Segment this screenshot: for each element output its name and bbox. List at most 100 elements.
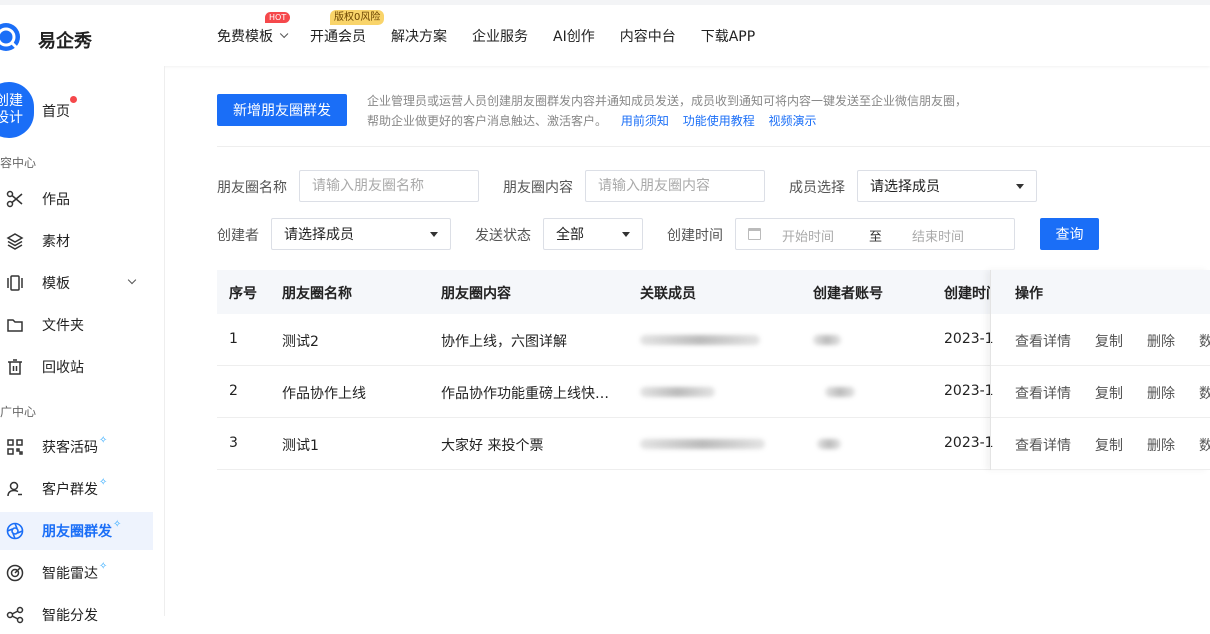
sidebar-item-label: 朋友圈群发	[42, 524, 112, 540]
add-moments-broadcast-button[interactable]: 新增朋友圈群发	[217, 94, 347, 126]
nav-content-hub[interactable]: 内容中台	[620, 26, 676, 46]
caret-down-icon	[622, 232, 630, 237]
user-icon	[5, 479, 25, 499]
sidebar-item-label: 智能分发	[42, 608, 98, 624]
redacted-creator	[813, 335, 841, 345]
sidebar-item-templates[interactable]: 模板	[0, 264, 153, 302]
redacted-members	[640, 387, 715, 397]
col-header-no: 序号	[229, 286, 257, 302]
logo-icon[interactable]	[0, 21, 22, 53]
status-filter-label: 发送状态	[475, 228, 531, 244]
sidebar-item-materials[interactable]: 素材	[0, 222, 153, 260]
col-header-name: 朋友圈名称	[282, 286, 352, 302]
create-design-button[interactable]: 创建 设计	[0, 82, 34, 138]
sidebar-item-label: 回收站	[42, 360, 84, 376]
nav-download-app[interactable]: 下载APP	[701, 26, 755, 46]
section-label-content: 容中心	[0, 156, 37, 170]
caret-down-icon	[1016, 184, 1024, 189]
cell-no: 3	[229, 435, 238, 451]
top-bar: 易企秀 免费模板 HOT 开通会员 版权0风险 解决方案 企业服务 AI创作 内…	[0, 0, 1210, 66]
sidebar-item-label: 智能雷达	[42, 566, 98, 582]
select-value: 请选择成员	[870, 179, 940, 195]
redacted-members	[640, 335, 760, 345]
cell-content: 协作上线，六图详解	[441, 334, 567, 350]
cell-created: 2023-1	[944, 331, 994, 347]
created-header-clip: 创建时间	[944, 283, 990, 303]
sidebar-item-works[interactable]: 作品	[0, 180, 153, 218]
moments-name-input[interactable]	[299, 170, 479, 202]
radar-icon	[5, 563, 25, 583]
nav-free-templates[interactable]: 免费模板 HOT	[217, 11, 291, 46]
nav-label: 解决方案	[391, 28, 447, 45]
sidebar-item-moments-broadcast[interactable]: 朋友圈群发 ✧	[0, 512, 153, 550]
cell-name: 测试1	[282, 438, 319, 454]
nav-solutions[interactable]: 解决方案	[391, 26, 447, 46]
nav-label: 下载APP	[700, 28, 756, 45]
ai-sparkle-icon: ✧	[113, 518, 122, 530]
nav-enterprise[interactable]: 企业服务	[472, 26, 528, 46]
caret-down-icon	[430, 232, 438, 237]
sidebar-item-label: 文件夹	[42, 318, 84, 334]
folder-icon	[5, 315, 25, 335]
tutorial-link[interactable]: 功能使用教程	[683, 114, 755, 128]
sidebar-item-home[interactable]: 首页	[42, 101, 70, 121]
sidebar-item-folder[interactable]: 文件夹	[0, 306, 153, 344]
range-separator: 至	[869, 230, 883, 245]
cell-no: 2	[229, 383, 238, 399]
sidebar-item-label: 客户群发	[42, 482, 98, 498]
cell-name: 作品协作上线	[282, 386, 366, 402]
video-demo-link[interactable]: 视频演示	[769, 114, 817, 128]
end-date-placeholder[interactable]: 结束时间	[912, 226, 964, 245]
sidebar-item-label: 作品	[42, 192, 70, 208]
chevron-down-icon	[279, 29, 289, 38]
sidebar-item-smart-radar[interactable]: 智能雷达 ✧	[0, 554, 153, 592]
main-content: 新增朋友圈群发 企业管理员或运营人员创建朋友圈群发内容并通知成员发送，成员收到通…	[165, 66, 1210, 616]
status-select[interactable]: 全部	[543, 218, 643, 250]
member-select[interactable]: 请选择成员	[857, 170, 1037, 202]
col-header-content: 朋友圈内容	[441, 286, 511, 302]
description-line: 企业管理员或运营人员创建朋友圈群发内容并通知成员发送，成员收到通知可将内容一键发…	[367, 94, 968, 108]
sidebar-item-customer-broadcast[interactable]: 客户群发 ✧	[0, 470, 153, 508]
guide-link[interactable]: 用前须知	[621, 114, 669, 128]
creator-select[interactable]: 请选择成员	[271, 218, 451, 250]
moments-content-input[interactable]	[585, 170, 765, 202]
cell-created: 2023-1	[944, 383, 994, 399]
divider	[217, 146, 1210, 147]
ai-sparkle-icon: ✧	[99, 560, 108, 572]
start-date-placeholder[interactable]: 开始时间	[782, 226, 834, 245]
nav-membership[interactable]: 开通会员 版权0风险	[310, 9, 385, 46]
nav-ai-create[interactable]: AI创作	[553, 26, 595, 46]
sidebar-item-label: 素材	[42, 234, 70, 250]
layers-icon	[5, 231, 25, 251]
creator-filter-label: 创建者	[217, 228, 259, 244]
query-button[interactable]: 查询	[1040, 218, 1099, 250]
app-name[interactable]: 易企秀	[38, 27, 92, 53]
ai-sparkle-icon: ✧	[99, 476, 108, 488]
ai-sparkle-icon: ✧	[99, 434, 108, 446]
qrcode-icon	[5, 437, 25, 457]
select-value: 请选择成员	[284, 227, 354, 243]
cell-content: 大家好 来投个票	[441, 438, 544, 454]
nav-label: 免费模板	[217, 28, 273, 45]
calendar-icon	[748, 228, 761, 240]
sidebar: 创建 设计 首页 容中心 作品 素材 模板 文件夹 回收站 广中心 获客活码 ✧ …	[0, 66, 165, 624]
sidebar-item-trash[interactable]: 回收站	[0, 348, 153, 386]
sidebar-item-lead-qrcode[interactable]: 获客活码 ✧	[0, 428, 153, 466]
top-nav: 免费模板 HOT 开通会员 版权0风险 解决方案 企业服务 AI创作 内容中台 …	[217, 5, 780, 66]
redacted-members	[640, 439, 765, 449]
fixed-actions-column	[990, 270, 1210, 470]
scissors-icon	[5, 189, 25, 209]
notification-dot	[70, 96, 77, 103]
nav-label: 开通会员	[310, 28, 366, 45]
nav-label: 内容中台	[619, 28, 676, 45]
create-line2: 设计	[0, 110, 23, 126]
col-header-creator: 创建者账号	[813, 286, 883, 302]
sidebar-item-label: 模板	[42, 276, 70, 292]
sidebar-item-smart-distribute[interactable]: 智能分发	[0, 596, 153, 634]
section-label-promo: 广中心	[0, 405, 37, 419]
redacted-creator	[825, 387, 855, 397]
cell-name: 测试2	[282, 334, 319, 350]
cell-no: 1	[229, 331, 238, 347]
date-range-picker[interactable]: 开始时间 至 结束时间	[735, 218, 1015, 250]
chevron-down-icon	[127, 275, 137, 285]
